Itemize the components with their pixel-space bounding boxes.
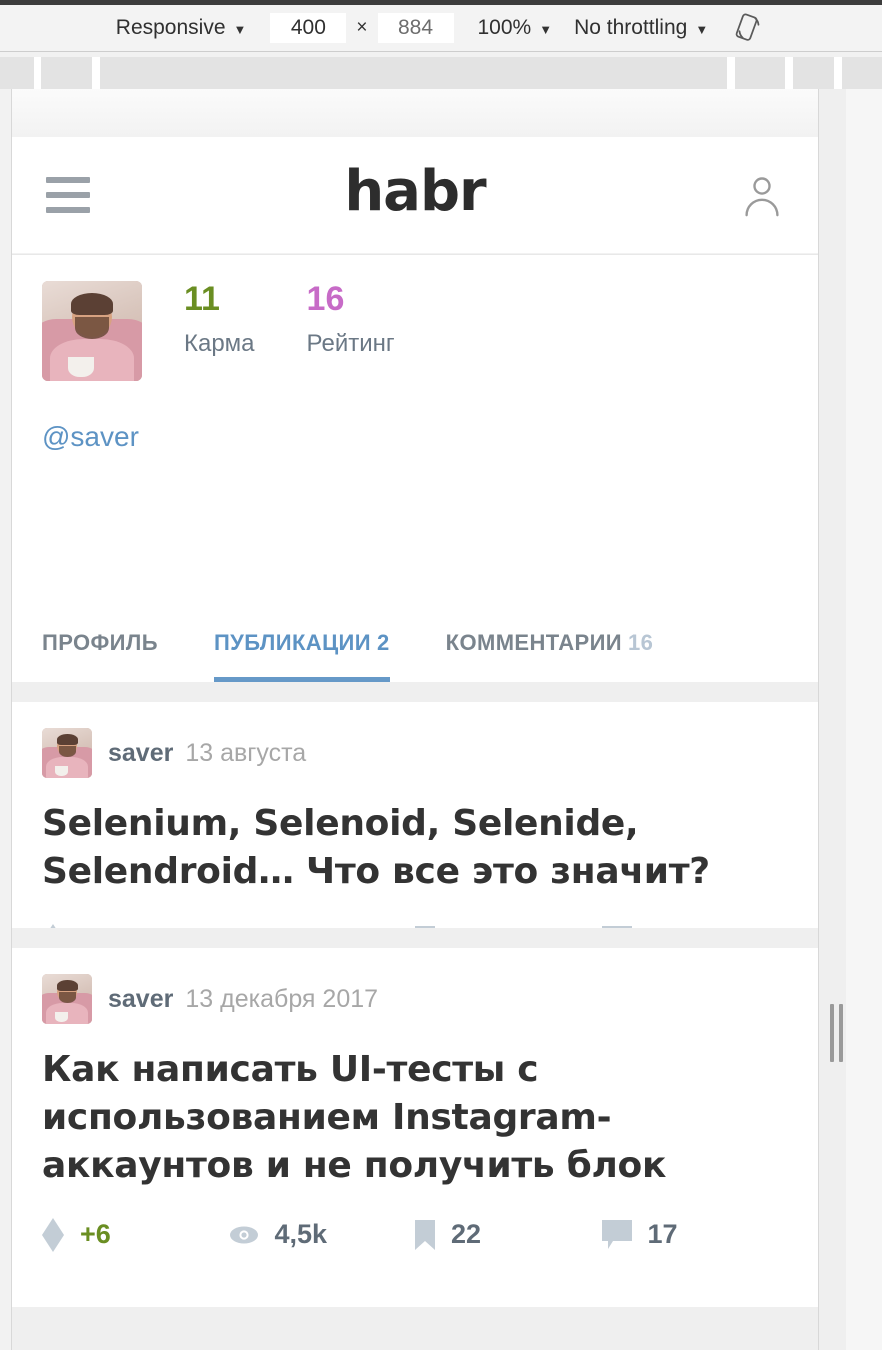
device-frame-left-edge bbox=[0, 89, 12, 1350]
dimension-separator: × bbox=[356, 17, 368, 38]
rotate-device-icon[interactable] bbox=[732, 11, 766, 45]
post-views-value: 4,5k bbox=[274, 1219, 328, 1250]
post-bookmarks[interactable]: 22 bbox=[415, 1218, 602, 1252]
post-date: 13 декабря 2017 bbox=[185, 984, 379, 1013]
page-bottom-gap bbox=[12, 1307, 818, 1350]
profile-summary-card: 11 Карма 16 Рейтинг @saver ПРОФИЛЬ ПУБЛИ… bbox=[12, 254, 818, 682]
eye-icon bbox=[229, 1225, 259, 1245]
page-top-fade bbox=[0, 89, 882, 137]
avatar[interactable] bbox=[42, 281, 142, 381]
tab-publications-count: 2 bbox=[376, 630, 390, 655]
post-score[interactable]: +6 bbox=[42, 1217, 229, 1252]
post-comments[interactable]: 17 bbox=[601, 1218, 789, 1252]
tab-comments[interactable]: КОММЕНТАРИИ 16 bbox=[446, 630, 654, 682]
rating-label: Рейтинг bbox=[306, 330, 395, 358]
throttling-select[interactable]: No throttling ▼ bbox=[574, 16, 708, 40]
user-account-icon[interactable] bbox=[740, 172, 784, 218]
profile-counters: 11 Карма 16 Рейтинг bbox=[184, 280, 447, 381]
post-views[interactable]: 4,5k bbox=[229, 1218, 416, 1252]
chevron-down-icon: ▼ bbox=[233, 21, 247, 37]
chevron-down-icon: ▼ bbox=[539, 21, 553, 37]
post-header: saver 13 августа bbox=[42, 728, 788, 778]
tab-profile-label: ПРОФИЛЬ bbox=[42, 630, 158, 655]
rating-value: 16 bbox=[306, 280, 345, 318]
viewport-resize-handle[interactable] bbox=[828, 1003, 844, 1063]
tab-profile[interactable]: ПРОФИЛЬ bbox=[42, 630, 158, 682]
throttling-label: No throttling bbox=[574, 16, 688, 39]
post-author[interactable]: saver bbox=[108, 739, 173, 768]
viewport-height-input[interactable] bbox=[377, 13, 454, 43]
device-frame-right-edge bbox=[818, 89, 882, 1350]
devtools-device-emulation-screen: Responsive ▼ × 100% ▼ No throttling ▼ bbox=[0, 0, 882, 1350]
habr-logo[interactable]: habr bbox=[90, 164, 740, 220]
tab-publications-label: ПУБЛИКАЦИИ bbox=[213, 630, 371, 655]
profile-top-row: 11 Карма 16 Рейтинг bbox=[12, 255, 818, 381]
tab-comments-count: 16 bbox=[628, 630, 654, 655]
zoom-label: 100% bbox=[477, 16, 532, 39]
post-author[interactable]: saver bbox=[108, 985, 173, 1014]
bookmark-icon bbox=[415, 1219, 435, 1250]
karma-label: Карма bbox=[184, 330, 255, 358]
site-header: habr bbox=[12, 137, 818, 253]
profile-tabs: ПРОФИЛЬ ПУБЛИКАЦИИ 2 КОММЕНТАРИИ 16 bbox=[12, 586, 818, 682]
profile-nickname[interactable]: @saver bbox=[12, 381, 818, 453]
rating-counter[interactable]: 16 Рейтинг bbox=[306, 280, 395, 381]
chevron-down-icon: ▼ bbox=[695, 21, 709, 37]
post-header: saver 13 декабря 2017 bbox=[42, 974, 788, 1024]
post-stats: +6 4,5k 22 17 bbox=[42, 1217, 789, 1252]
post-comments-value: 17 bbox=[647, 1219, 678, 1250]
hamburger-menu-icon[interactable] bbox=[46, 177, 90, 213]
viewport-width-input[interactable] bbox=[270, 13, 347, 43]
post-divider bbox=[12, 928, 818, 948]
post-bookmarks-value: 22 bbox=[451, 1219, 482, 1250]
avatar[interactable] bbox=[42, 974, 92, 1024]
rhombus-vote-icon bbox=[42, 1217, 64, 1252]
zoom-select[interactable]: 100% ▼ bbox=[478, 16, 553, 40]
device-preset-select[interactable]: Responsive ▼ bbox=[116, 16, 247, 40]
karma-counter[interactable]: 11 Карма bbox=[184, 280, 255, 381]
post-score-value: +6 bbox=[80, 1219, 111, 1250]
comment-bubble-icon bbox=[601, 1219, 632, 1250]
section-divider bbox=[12, 682, 818, 702]
karma-value: 11 bbox=[184, 280, 220, 318]
tab-publications[interactable]: ПУБЛИКАЦИИ 2 bbox=[213, 630, 390, 682]
tab-comments-label: КОММЕНТАРИИ bbox=[445, 630, 623, 655]
post-item: saver 13 августа Selenium, Selenoid, Sel… bbox=[12, 702, 818, 958]
emulated-page-viewport: habr 11 Карма 16 Рейтинг @saver ПРОФИЛЬ … bbox=[0, 89, 882, 1350]
device-toolbar: Responsive ▼ × 100% ▼ No throttling ▼ bbox=[0, 5, 882, 52]
post-date: 13 августа bbox=[185, 738, 307, 767]
avatar[interactable] bbox=[42, 728, 92, 778]
post-title[interactable]: Как написать UI-тесты с использова­нием … bbox=[42, 1046, 788, 1190]
post-item: saver 13 декабря 2017 Как написать UI-те… bbox=[12, 948, 818, 1307]
device-preset-label: Responsive bbox=[115, 16, 226, 39]
device-ruler-band bbox=[0, 57, 882, 89]
post-title[interactable]: Selenium, Selenoid, Selenide, Selendroid… bbox=[42, 800, 788, 896]
